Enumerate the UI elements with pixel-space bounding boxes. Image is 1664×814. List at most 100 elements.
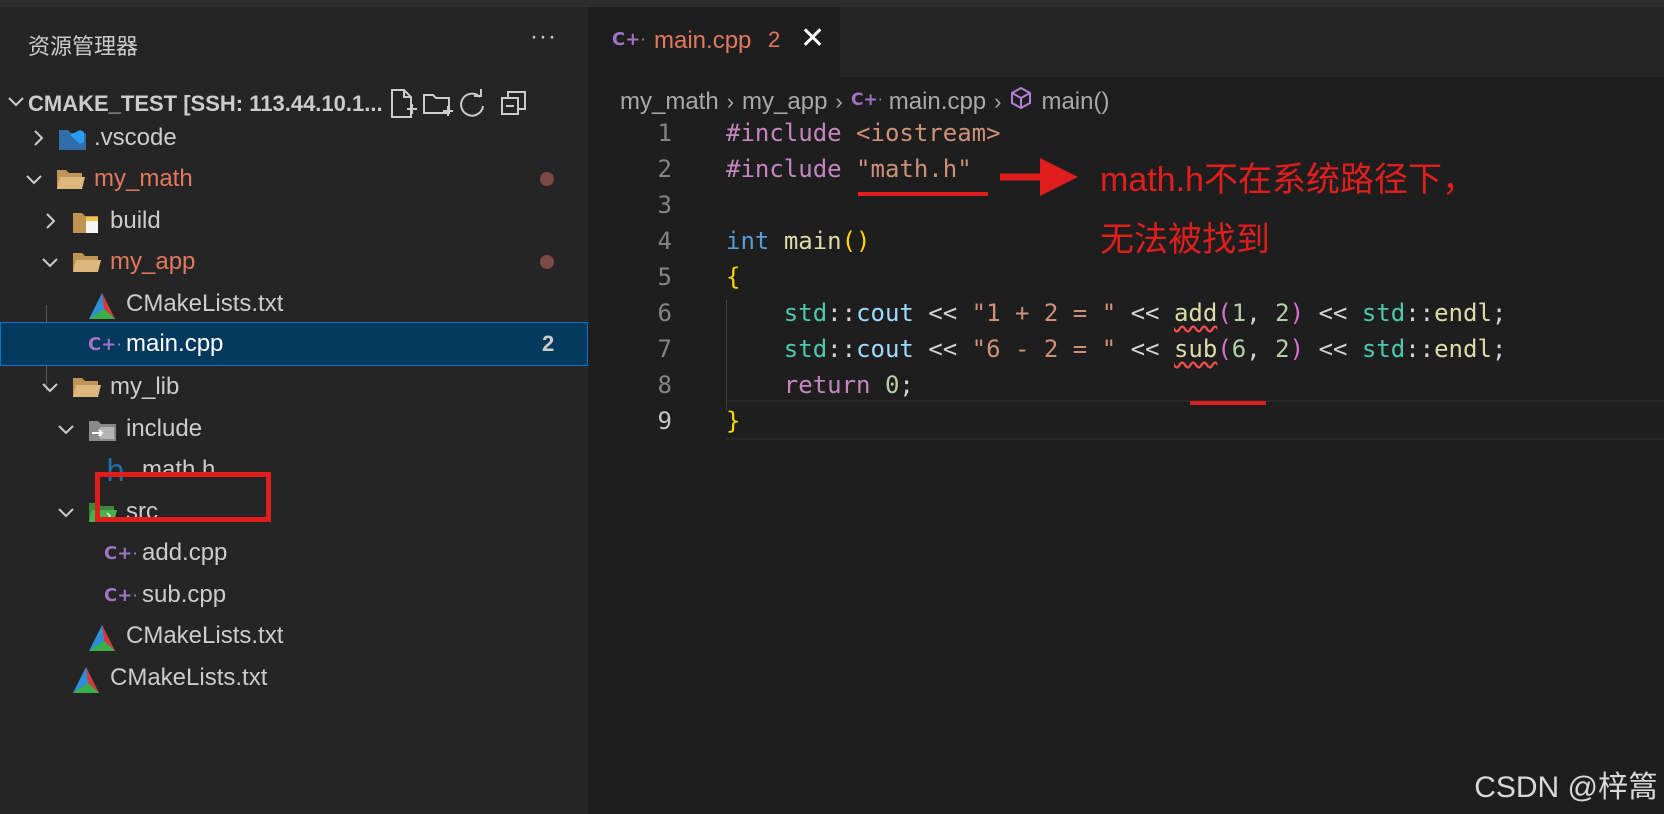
folder-open-icon [72, 250, 102, 279]
tree-item-cmakelists[interactable]: CMakeLists.txt [0, 656, 588, 700]
chevron-right-icon: › [994, 88, 1002, 114]
tab-main-cpp[interactable]: C++ main.cpp 2 ✕ [588, 7, 840, 77]
modified-indicator [540, 255, 554, 269]
cpp-file-icon: C++ [104, 543, 147, 568]
current-line-highlight [726, 400, 1664, 440]
svg-text:C++: C++ [88, 334, 120, 354]
modified-indicator [540, 172, 554, 186]
code-line-8: return 0; [783, 371, 914, 399]
cmake-icon [88, 292, 116, 325]
problem-count-badge: 2 [542, 331, 555, 356]
cube-icon [1009, 86, 1033, 117]
tree-item-label: CMakeLists.txt [110, 664, 268, 691]
annotation-text: 无法被找到 [1100, 221, 1270, 259]
line-number: 9 [657, 407, 672, 435]
line-number: 5 [657, 263, 672, 291]
line-number: 1 [657, 119, 672, 147]
chevron-down-icon [6, 91, 26, 116]
line-number: 3 [657, 191, 672, 219]
breadcrumb-item[interactable]: main.cpp [889, 88, 986, 116]
tree-item-src[interactable]: src [0, 490, 588, 534]
cpp-file-icon: C++ [612, 29, 655, 54]
tree-item-label: main.cpp [126, 330, 224, 357]
tree-item-label: sub.cpp [142, 581, 227, 608]
more-actions-button[interactable]: ··· [530, 23, 557, 51]
svg-text:C++: C++ [104, 543, 136, 563]
line-number: 4 [657, 227, 672, 255]
cmake-icon [88, 624, 116, 657]
tree-item-sub-cpp[interactable]: C++ sub.cpp [0, 573, 588, 617]
tree-item-label: build [110, 207, 161, 234]
code-line-1: #include <iostream> [726, 119, 1001, 147]
svg-text:C++: C++ [104, 585, 136, 605]
chevron-down-icon [56, 419, 76, 444]
annotation-text: math.h不在系统路径下， [1100, 161, 1476, 199]
code-line-7: std::cout << "6 - 2 = " << sub(6, 2) << … [783, 335, 1507, 363]
svg-text:C++: C++ [612, 29, 644, 49]
include-folder-icon [88, 417, 118, 448]
tree-item-my-app[interactable]: my_app [0, 240, 588, 284]
line-number: 6 [657, 299, 672, 327]
tree-item-label: add.cpp [142, 539, 228, 566]
chevron-right-icon: › [835, 88, 843, 114]
tree-item-label: CMakeLists.txt [126, 622, 284, 649]
cpp-file-icon: C++ [851, 88, 892, 116]
tree-item-math-h[interactable]: h math.h [0, 448, 588, 492]
tree-item-label: include [126, 415, 203, 442]
chevron-right-icon: › [726, 88, 735, 114]
editor-tab-bar: C++ main.cpp 2 ✕ [588, 7, 1664, 77]
annotation-underline-sub [1190, 401, 1266, 405]
breadcrumb-item[interactable]: my_math [620, 88, 719, 116]
tree-item-cmakelists[interactable]: CMakeLists.txt [0, 614, 588, 658]
tree-item-label: CMakeLists.txt [126, 290, 284, 317]
chevron-down-icon [56, 502, 76, 527]
tree-item-label: my_app [110, 248, 196, 275]
highlight-box-math-h [95, 472, 271, 522]
explorer-sidebar: 资源管理器 ··· CMAKE_TEST [SSH: 113.44.10.1..… [0, 7, 588, 814]
breadcrumb: my_math › my_app › C++ main.cpp › main() [620, 86, 1109, 118]
workspace-name: CMAKE_TEST [SSH: 113.44.10.1... [28, 91, 383, 116]
watermark: CSDN @梓篙 [1474, 771, 1658, 804]
tree-item-label: my_lib [110, 373, 180, 400]
tree-item-label: .vscode [94, 124, 177, 151]
chevron-right-icon [28, 128, 48, 153]
tree-item-cmakelists[interactable]: CMakeLists.txt [0, 282, 588, 326]
window-top-border [0, 0, 1664, 7]
tree-item-build[interactable]: build [0, 199, 588, 243]
tree-item-my-lib[interactable]: my_lib [0, 365, 588, 409]
annotation-arrow-icon [998, 156, 1080, 203]
cpp-file-icon: C++ [104, 585, 147, 610]
line-number: 2 [657, 155, 672, 183]
tab-label: main.cpp [654, 27, 752, 54]
code-line-6: std::cout << "1 + 2 = " << add(1, 2) << … [783, 299, 1507, 327]
tree-item-main-cpp[interactable]: C++ main.cpp 2 [0, 322, 588, 366]
breadcrumb-item[interactable]: my_app [742, 88, 827, 116]
chevron-down-icon [24, 169, 44, 194]
code-line-9: } [726, 407, 741, 435]
chevron-right-icon [40, 211, 60, 236]
breadcrumb-item[interactable]: main() [1041, 88, 1109, 116]
cmake-icon [72, 666, 100, 699]
indent-guide [726, 300, 727, 410]
tab-problem-count: 2 [768, 27, 781, 52]
tree-item-include[interactable]: include [0, 407, 588, 451]
code-line-4: int main() [726, 227, 871, 255]
line-number: 7 [657, 335, 672, 363]
code-line-5: { [726, 263, 741, 291]
svg-text:C++: C++ [851, 90, 881, 109]
annotation-underline-include [858, 192, 988, 196]
build-folder-icon [72, 209, 102, 240]
chevron-down-icon [40, 252, 60, 277]
tree-item-add-cpp[interactable]: C++ add.cpp [0, 531, 588, 575]
tree-item-my-math[interactable]: my_math [0, 157, 588, 201]
folder-open-icon [56, 167, 86, 196]
chevron-down-icon [40, 377, 60, 402]
line-number: 8 [657, 371, 672, 399]
tree-item-label: my_math [94, 165, 193, 192]
folder-open-icon [72, 375, 102, 404]
close-icon[interactable]: ✕ [800, 21, 825, 56]
code-line-2: #include "math.h" [726, 155, 972, 183]
vscode-folder-icon [58, 126, 88, 157]
tree-item-vscode[interactable]: .vscode [0, 116, 588, 160]
cpp-file-icon: C++ [88, 334, 131, 359]
